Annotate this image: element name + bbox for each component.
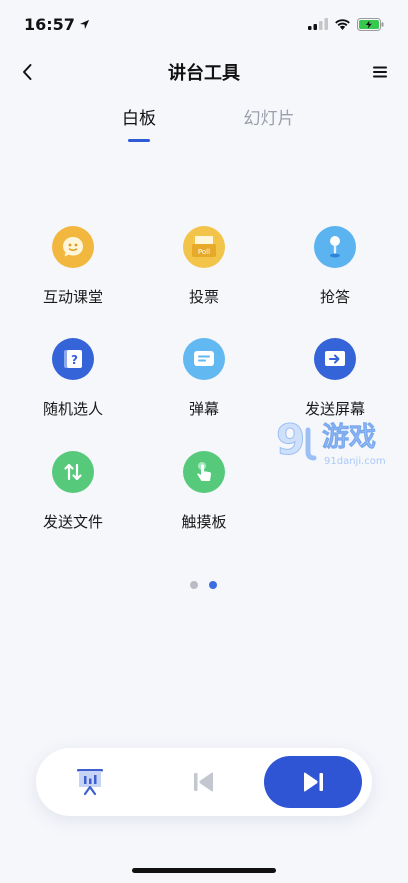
watermark-url: 91danji.com (324, 456, 386, 467)
tool-send-file[interactable]: 发送文件 (13, 451, 133, 551)
chat-face-icon (63, 237, 83, 257)
touchpad-icon (197, 462, 211, 481)
status-time: 16:57 (24, 15, 90, 34)
back-arrow-icon[interactable] (16, 60, 40, 84)
page-dot-2-active[interactable] (209, 581, 217, 589)
poll-icon: Poll (192, 236, 216, 257)
tool-icon-bg (183, 451, 225, 493)
send-screen-icon (325, 351, 345, 366)
tool-icon-bg (183, 338, 225, 380)
tool-icon-bg: ? (52, 338, 94, 380)
presentation-board-icon[interactable] (74, 766, 106, 798)
watermark-brand: 游戏 (322, 422, 376, 453)
tool-label: 投票 (188, 288, 219, 306)
tool-icon-bg (314, 226, 356, 268)
send-file-icon (64, 463, 82, 481)
watermark-big-number: 9 (276, 415, 305, 464)
home-indicator (132, 868, 276, 873)
tool-poll[interactable]: Poll 投票 (144, 226, 264, 326)
tool-icon-bg (314, 338, 356, 380)
tool-label: 互动课堂 (42, 288, 103, 306)
tool-quick-answer[interactable]: 抢答 (275, 226, 395, 326)
status-bar: 16:57 (0, 0, 408, 48)
battery-charging-icon (357, 17, 384, 31)
next-page-button[interactable] (264, 756, 362, 808)
tool-label: 触摸板 (181, 513, 227, 531)
tool-interactive-class[interactable]: 互动课堂 (13, 226, 133, 326)
presentation-control-bar (36, 748, 372, 816)
tab-whiteboard[interactable]: 白板 (99, 104, 179, 129)
menu-icon[interactable] (368, 60, 392, 84)
page-indicator (190, 581, 220, 591)
poll-icon-text: Poll (198, 248, 210, 256)
page-title: 讲台工具 (168, 63, 240, 84)
tool-label: 抢答 (319, 288, 350, 306)
location-arrow-icon (79, 19, 90, 29)
active-tab-indicator (128, 139, 150, 142)
nav-bar: 讲台工具 (0, 52, 408, 92)
previous-page-icon[interactable] (191, 770, 217, 794)
site-watermark-logo: 9 游戏 91danji.com (276, 415, 386, 468)
tool-label: 随机选人 (42, 400, 103, 418)
tool-barrage[interactable]: 弹幕 (144, 338, 264, 438)
cellular-signal-icon (308, 18, 328, 30)
tab-slides[interactable]: 幻灯片 (229, 104, 309, 129)
tool-label: 发送文件 (42, 513, 103, 531)
status-time-text: 16:57 (24, 14, 75, 34)
wifi-icon (335, 19, 350, 30)
tool-icon-bg (52, 226, 94, 268)
joystick-icon (330, 236, 340, 258)
tool-icon-bg: Poll (183, 226, 225, 268)
tool-random-pick[interactable]: ? 随机选人 (13, 338, 133, 438)
next-page-icon (304, 772, 323, 792)
tool-icon-bg (52, 451, 94, 493)
status-indicators (308, 17, 384, 31)
tool-label: 弹幕 (188, 400, 219, 418)
barrage-icon (194, 351, 214, 366)
tab-bar: 白板 幻灯片 (0, 104, 408, 148)
page-dot-1[interactable] (190, 581, 198, 589)
tool-touchpad[interactable]: 触摸板 (144, 451, 264, 551)
random-card-icon: ? (64, 350, 82, 368)
svg-text:?: ? (71, 353, 78, 367)
